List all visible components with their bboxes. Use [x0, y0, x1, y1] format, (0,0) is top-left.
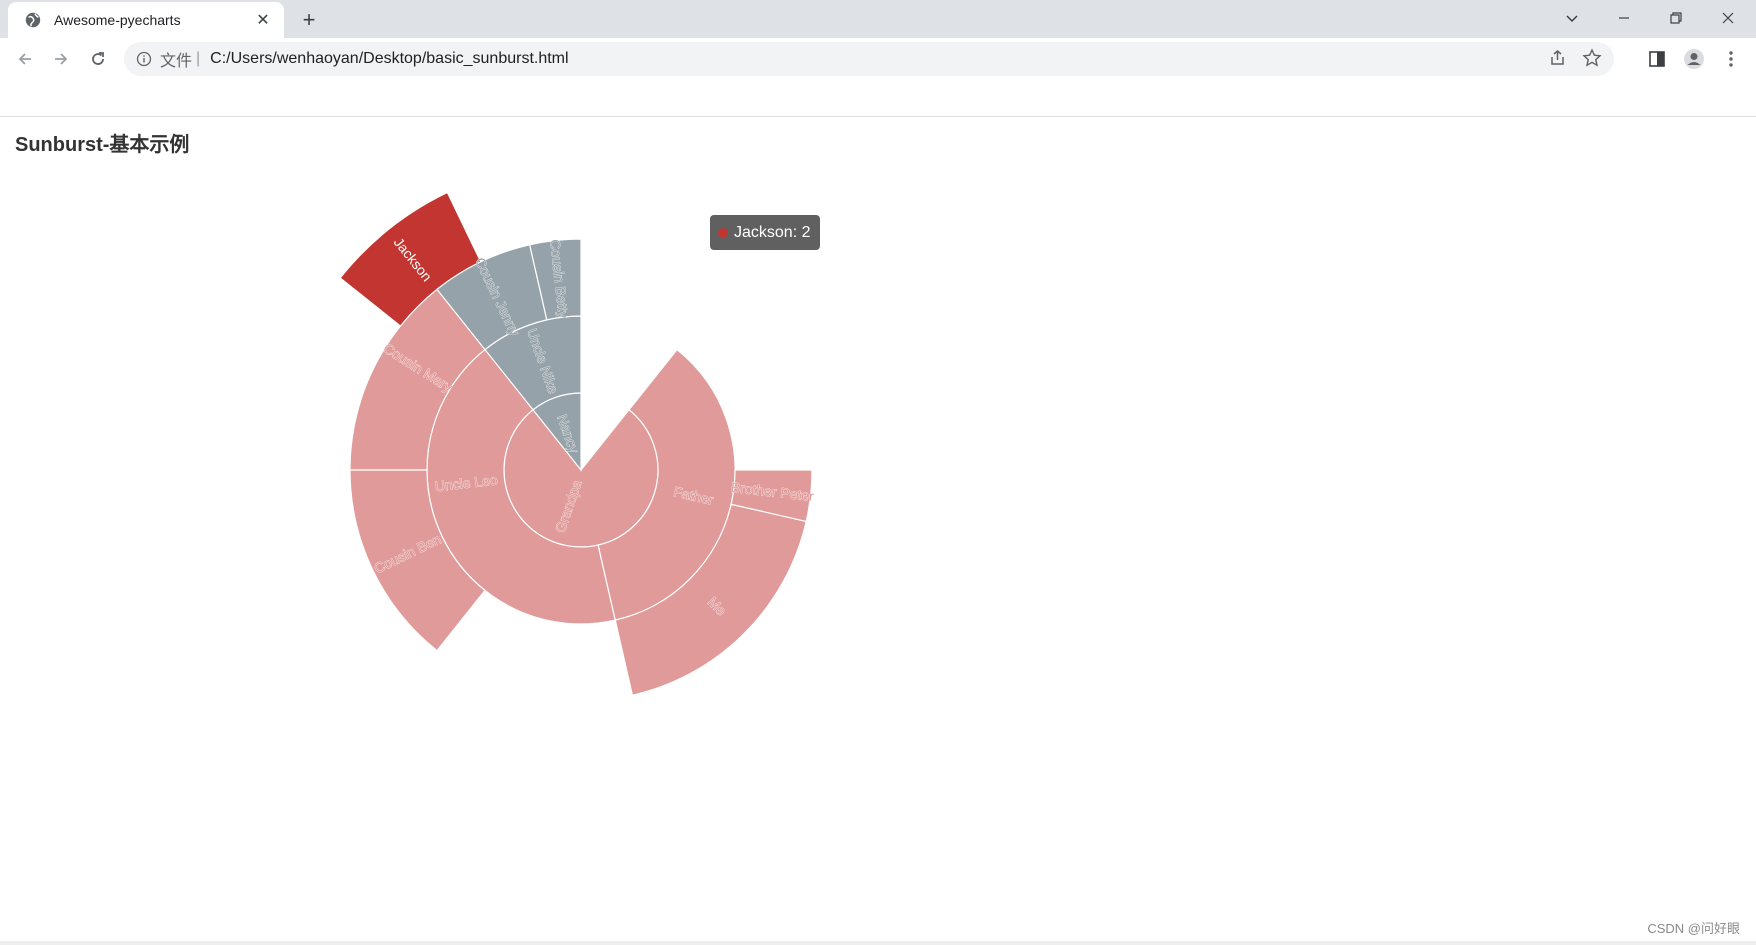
side-panel-icon[interactable]	[1644, 46, 1670, 72]
tab-bar: Awesome-pyecharts ✕ +	[0, 0, 1756, 38]
address-separator: |	[196, 50, 201, 67]
restore-icon[interactable]	[1650, 0, 1702, 36]
profile-avatar-icon[interactable]	[1681, 46, 1707, 72]
address-scheme: 文件	[160, 53, 193, 70]
back-icon[interactable]	[12, 46, 38, 72]
watermark: CSDN @问好眼	[1647, 921, 1740, 936]
info-icon[interactable]	[136, 51, 152, 67]
menu-kebab-icon[interactable]	[1718, 46, 1744, 72]
sunburst-chart[interactable]: GrandpaUncle LeoCousin JackCousin MaryJa…	[0, 117, 1756, 937]
globe-icon	[25, 12, 41, 28]
tab-title: Awesome-pyecharts	[54, 12, 181, 28]
bookmark-star-icon[interactable]	[1582, 48, 1602, 68]
tooltip-color-dot	[718, 227, 728, 238]
tab-search-chevron-icon[interactable]	[1546, 0, 1598, 36]
url-text[interactable]: C:/Users/wenhaoyan/Desktop/basic_sunburs…	[210, 50, 568, 68]
new-tab-icon[interactable]: +	[296, 7, 322, 33]
forward-icon[interactable]	[48, 46, 74, 72]
chart-tooltip: Jackson: 2	[710, 215, 821, 250]
close-window-icon[interactable]	[1702, 0, 1754, 36]
reload-icon[interactable]	[85, 46, 111, 72]
tooltip-text: Jackson: 2	[734, 223, 811, 241]
bottom-scrollbar	[0, 941, 1756, 945]
active-tab[interactable]: Awesome-pyecharts ✕	[8, 2, 284, 38]
browser-toolbar: 文件 | C:/Users/wenhaoyan/Desktop/basic_su…	[0, 38, 1756, 80]
close-tab-icon[interactable]: ✕	[254, 11, 272, 29]
share-icon[interactable]	[1548, 48, 1568, 68]
minimize-icon[interactable]	[1598, 0, 1650, 36]
address-bar[interactable]: 文件 | C:/Users/wenhaoyan/Desktop/basic_su…	[124, 42, 1614, 76]
